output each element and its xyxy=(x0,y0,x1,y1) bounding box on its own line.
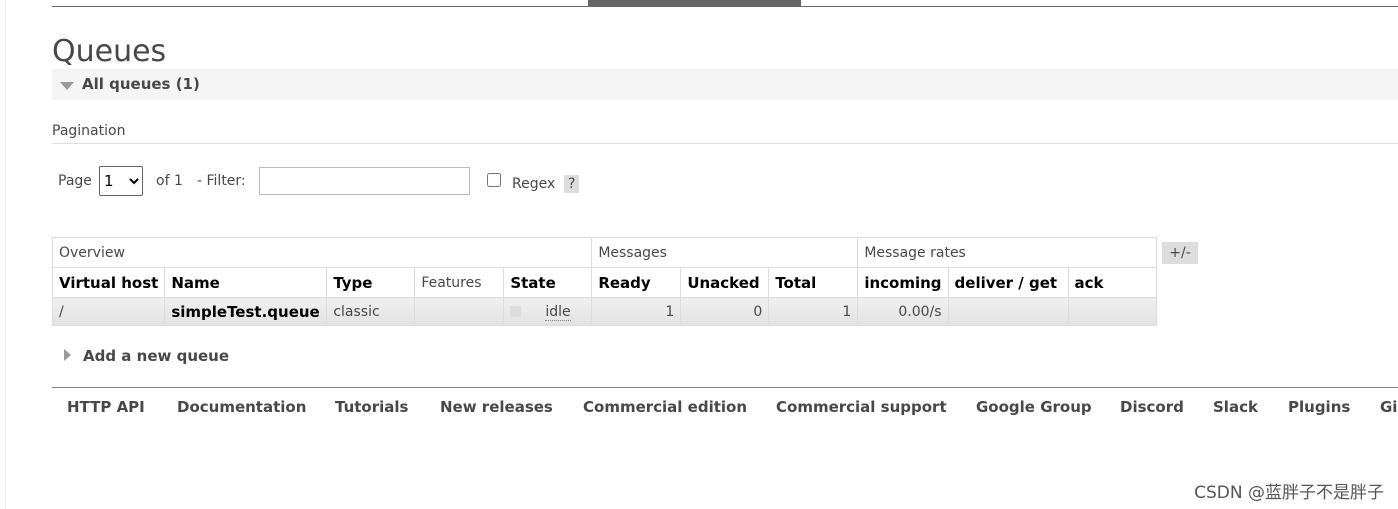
active-nav-tab[interactable] xyxy=(588,0,801,7)
regex-help-button[interactable]: ? xyxy=(564,175,580,193)
group-overview: Overview xyxy=(51,237,593,268)
state-indicator-icon xyxy=(510,306,522,317)
state-label: idle xyxy=(545,303,571,321)
col-incoming[interactable]: incoming xyxy=(857,267,949,298)
col-state[interactable]: State xyxy=(503,267,593,298)
col-type[interactable]: Type xyxy=(326,267,416,298)
footer-link-http-api[interactable]: HTTP API xyxy=(67,398,145,416)
col-total[interactable]: Total xyxy=(768,267,859,298)
all-queues-section-toggle[interactable]: All queues (1) xyxy=(52,69,1398,100)
group-message-rates: Message rates xyxy=(857,237,1157,268)
footer-link-plugins[interactable]: Plugins xyxy=(1288,398,1350,416)
cell-ack xyxy=(1067,297,1157,326)
cell-incoming: 0.00/s xyxy=(857,297,949,326)
filter-label: - Filter: xyxy=(197,173,246,189)
footer-link-slack[interactable]: Slack xyxy=(1213,398,1258,416)
footer-divider xyxy=(52,387,1398,388)
add-queue-toggle[interactable]: Add a new queue xyxy=(64,347,229,365)
footer-link-new-releases[interactable]: New releases xyxy=(440,398,553,416)
queue-name-link[interactable]: simpleTest.queue xyxy=(164,297,328,326)
col-virtual-host[interactable]: Virtual host xyxy=(51,267,166,298)
footer-link-github[interactable]: Gi xyxy=(1380,398,1397,416)
filter-input[interactable] xyxy=(259,167,470,195)
page-label: Page xyxy=(58,173,92,189)
col-ready[interactable]: Ready xyxy=(591,267,682,298)
cell-total: 1 xyxy=(768,297,859,326)
cell-unacked: 0 xyxy=(680,297,770,326)
page-select[interactable]: 1 xyxy=(99,166,143,196)
col-ack[interactable]: ack xyxy=(1067,267,1157,298)
page-title: Queues xyxy=(52,34,167,69)
cell-deliver-get xyxy=(947,297,1069,326)
group-messages: Messages xyxy=(591,237,859,268)
cell-features xyxy=(414,297,505,326)
col-features: Features xyxy=(414,267,505,298)
page-of-label: of 1 xyxy=(156,173,183,189)
regex-label: Regex xyxy=(512,176,556,192)
triangle-right-icon xyxy=(64,349,71,361)
toggle-columns-button[interactable]: +/- xyxy=(1162,242,1198,264)
footer-link-commercial-edition[interactable]: Commercial edition xyxy=(583,398,747,416)
col-unacked[interactable]: Unacked xyxy=(680,267,770,298)
triangle-down-icon xyxy=(60,82,74,90)
divider xyxy=(52,143,1398,144)
regex-checkbox[interactable] xyxy=(487,173,501,187)
table-row[interactable]: / simpleTest.queue classic idle 1 0 1 0.… xyxy=(51,297,1157,326)
footer-link-google-group[interactable]: Google Group xyxy=(976,398,1092,416)
cell-type: classic xyxy=(326,297,416,326)
pagination-heading: Pagination xyxy=(52,123,126,139)
watermark: CSDN @蓝胖子不是胖子 xyxy=(1194,483,1384,503)
section-title: All queues (1) xyxy=(82,75,200,93)
left-border xyxy=(5,0,6,509)
queues-table: Overview Messages Message rates Virtual … xyxy=(51,237,1157,326)
footer-link-documentation[interactable]: Documentation xyxy=(177,398,306,416)
col-deliver-get[interactable]: deliver / get xyxy=(947,267,1069,298)
cell-ready: 1 xyxy=(591,297,682,326)
footer-link-commercial-support[interactable]: Commercial support xyxy=(776,398,947,416)
col-name[interactable]: Name xyxy=(164,267,328,298)
add-queue-label: Add a new queue xyxy=(83,347,230,365)
footer-link-discord[interactable]: Discord xyxy=(1120,398,1184,416)
cell-state: idle xyxy=(503,297,593,326)
cell-vhost: / xyxy=(51,297,166,326)
footer-link-tutorials[interactable]: Tutorials xyxy=(335,398,408,416)
